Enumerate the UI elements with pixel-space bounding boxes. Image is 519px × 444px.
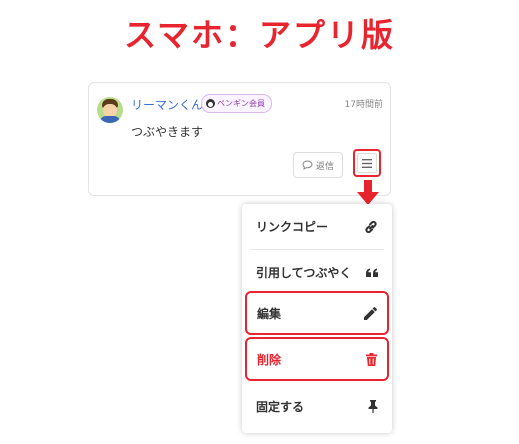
page-heading: スマホ：アプリ版 (123, 16, 396, 54)
menu-item-pin[interactable]: 固定する (242, 384, 392, 429)
avatar[interactable] (97, 97, 123, 123)
reply-button-label: 返信 (315, 161, 334, 172)
member-badge: ペンギン会員 (201, 94, 272, 113)
post-card: リーマンくん ペンギン会員 17時間前 つぶやきます 返信 (88, 82, 391, 196)
pin-icon (368, 400, 378, 413)
quote-icon (366, 268, 378, 278)
pencil-icon (364, 306, 377, 320)
penguin-icon (206, 99, 215, 108)
menu-item-delete[interactable]: 削除 (245, 337, 389, 381)
post-timestamp: 17時間前 (344, 100, 383, 110)
member-badge-label: ペンギン会員 (217, 99, 265, 108)
menu-item-quote[interactable]: 引用してつぶやく (242, 250, 392, 295)
menu-item-copy-link[interactable]: リンクコピー (242, 204, 392, 249)
menu-item-label: 編集 (257, 306, 282, 321)
username[interactable]: リーマンくん (131, 96, 203, 113)
menu-item-label: リンクコピー (256, 220, 329, 234)
trash-icon (366, 352, 377, 366)
menu-item-edit[interactable]: 編集 (245, 291, 389, 335)
reply-button[interactable]: 返信 (293, 152, 343, 178)
menu-item-label: 削除 (257, 352, 282, 367)
menu-item-label: 引用してつぶやく (256, 266, 352, 280)
speech-bubble-icon (302, 160, 313, 170)
post-body: つぶやきます (131, 125, 204, 139)
link-icon (364, 220, 378, 234)
post-action-menu: リンクコピー 引用してつぶやく 編集 削除 固定する (242, 204, 392, 433)
menu-item-label: 固定する (256, 400, 305, 414)
post-menu-button[interactable] (353, 149, 381, 177)
hamburger-menu-icon (362, 158, 372, 168)
